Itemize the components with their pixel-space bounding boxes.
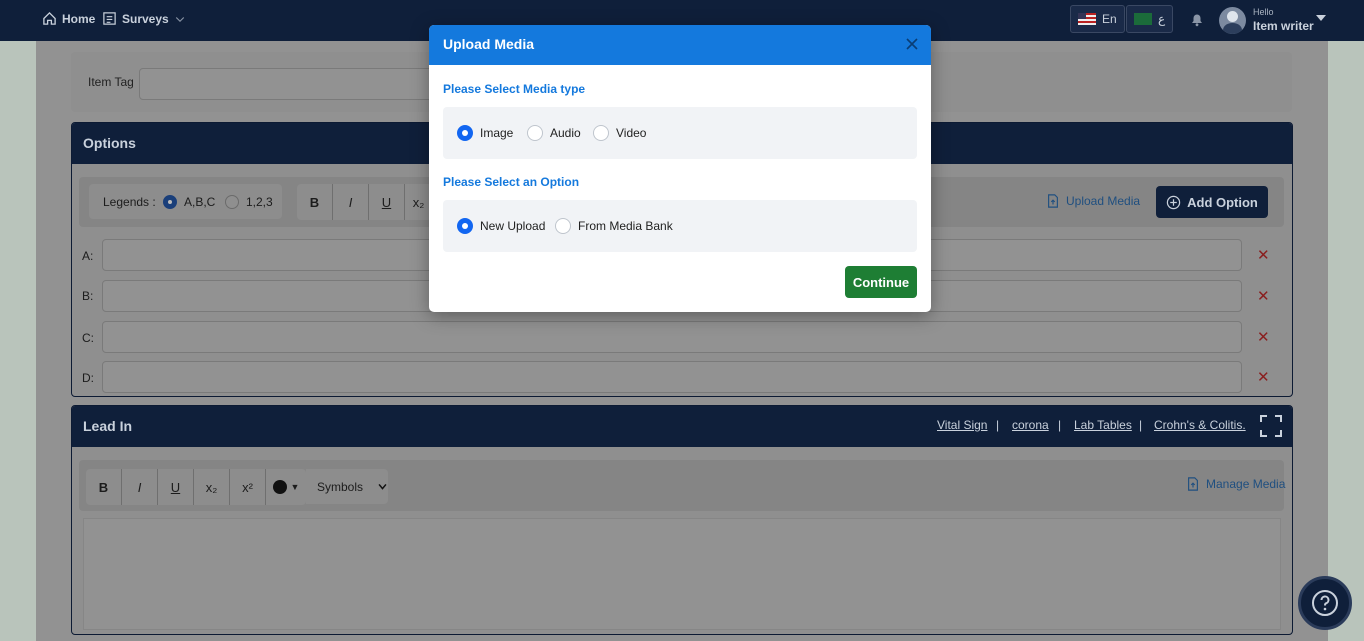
video-label: Video (616, 126, 647, 140)
new-upload-label: New Upload (480, 219, 546, 233)
image-label: Image (480, 126, 514, 140)
audio-radio[interactable] (527, 125, 543, 141)
media-type-group: Image Audio Video (443, 107, 917, 159)
media-bank-label: From Media Bank (578, 219, 673, 233)
upload-media-modal: Upload Media Please Select Media type Im… (429, 25, 931, 312)
media-type-audio[interactable]: Audio (527, 125, 581, 141)
media-type-video[interactable]: Video (593, 125, 646, 141)
close-icon[interactable] (905, 37, 919, 51)
upload-option-group: New Upload From Media Bank (443, 200, 917, 252)
media-type-label: Please Select Media type (443, 82, 586, 96)
option-media-bank[interactable]: From Media Bank (555, 218, 673, 234)
video-radio[interactable] (593, 125, 609, 141)
option-new-upload[interactable]: New Upload (457, 218, 545, 234)
new-upload-radio[interactable] (457, 218, 473, 234)
image-radio[interactable] (457, 125, 473, 141)
continue-button[interactable]: Continue (845, 266, 917, 298)
upload-option-label: Please Select an Option (443, 175, 580, 189)
audio-label: Audio (550, 126, 581, 140)
media-type-image[interactable]: Image (457, 125, 513, 141)
modal-header: Upload Media (429, 25, 931, 65)
modal-title: Upload Media (443, 36, 535, 52)
media-bank-radio[interactable] (555, 218, 571, 234)
